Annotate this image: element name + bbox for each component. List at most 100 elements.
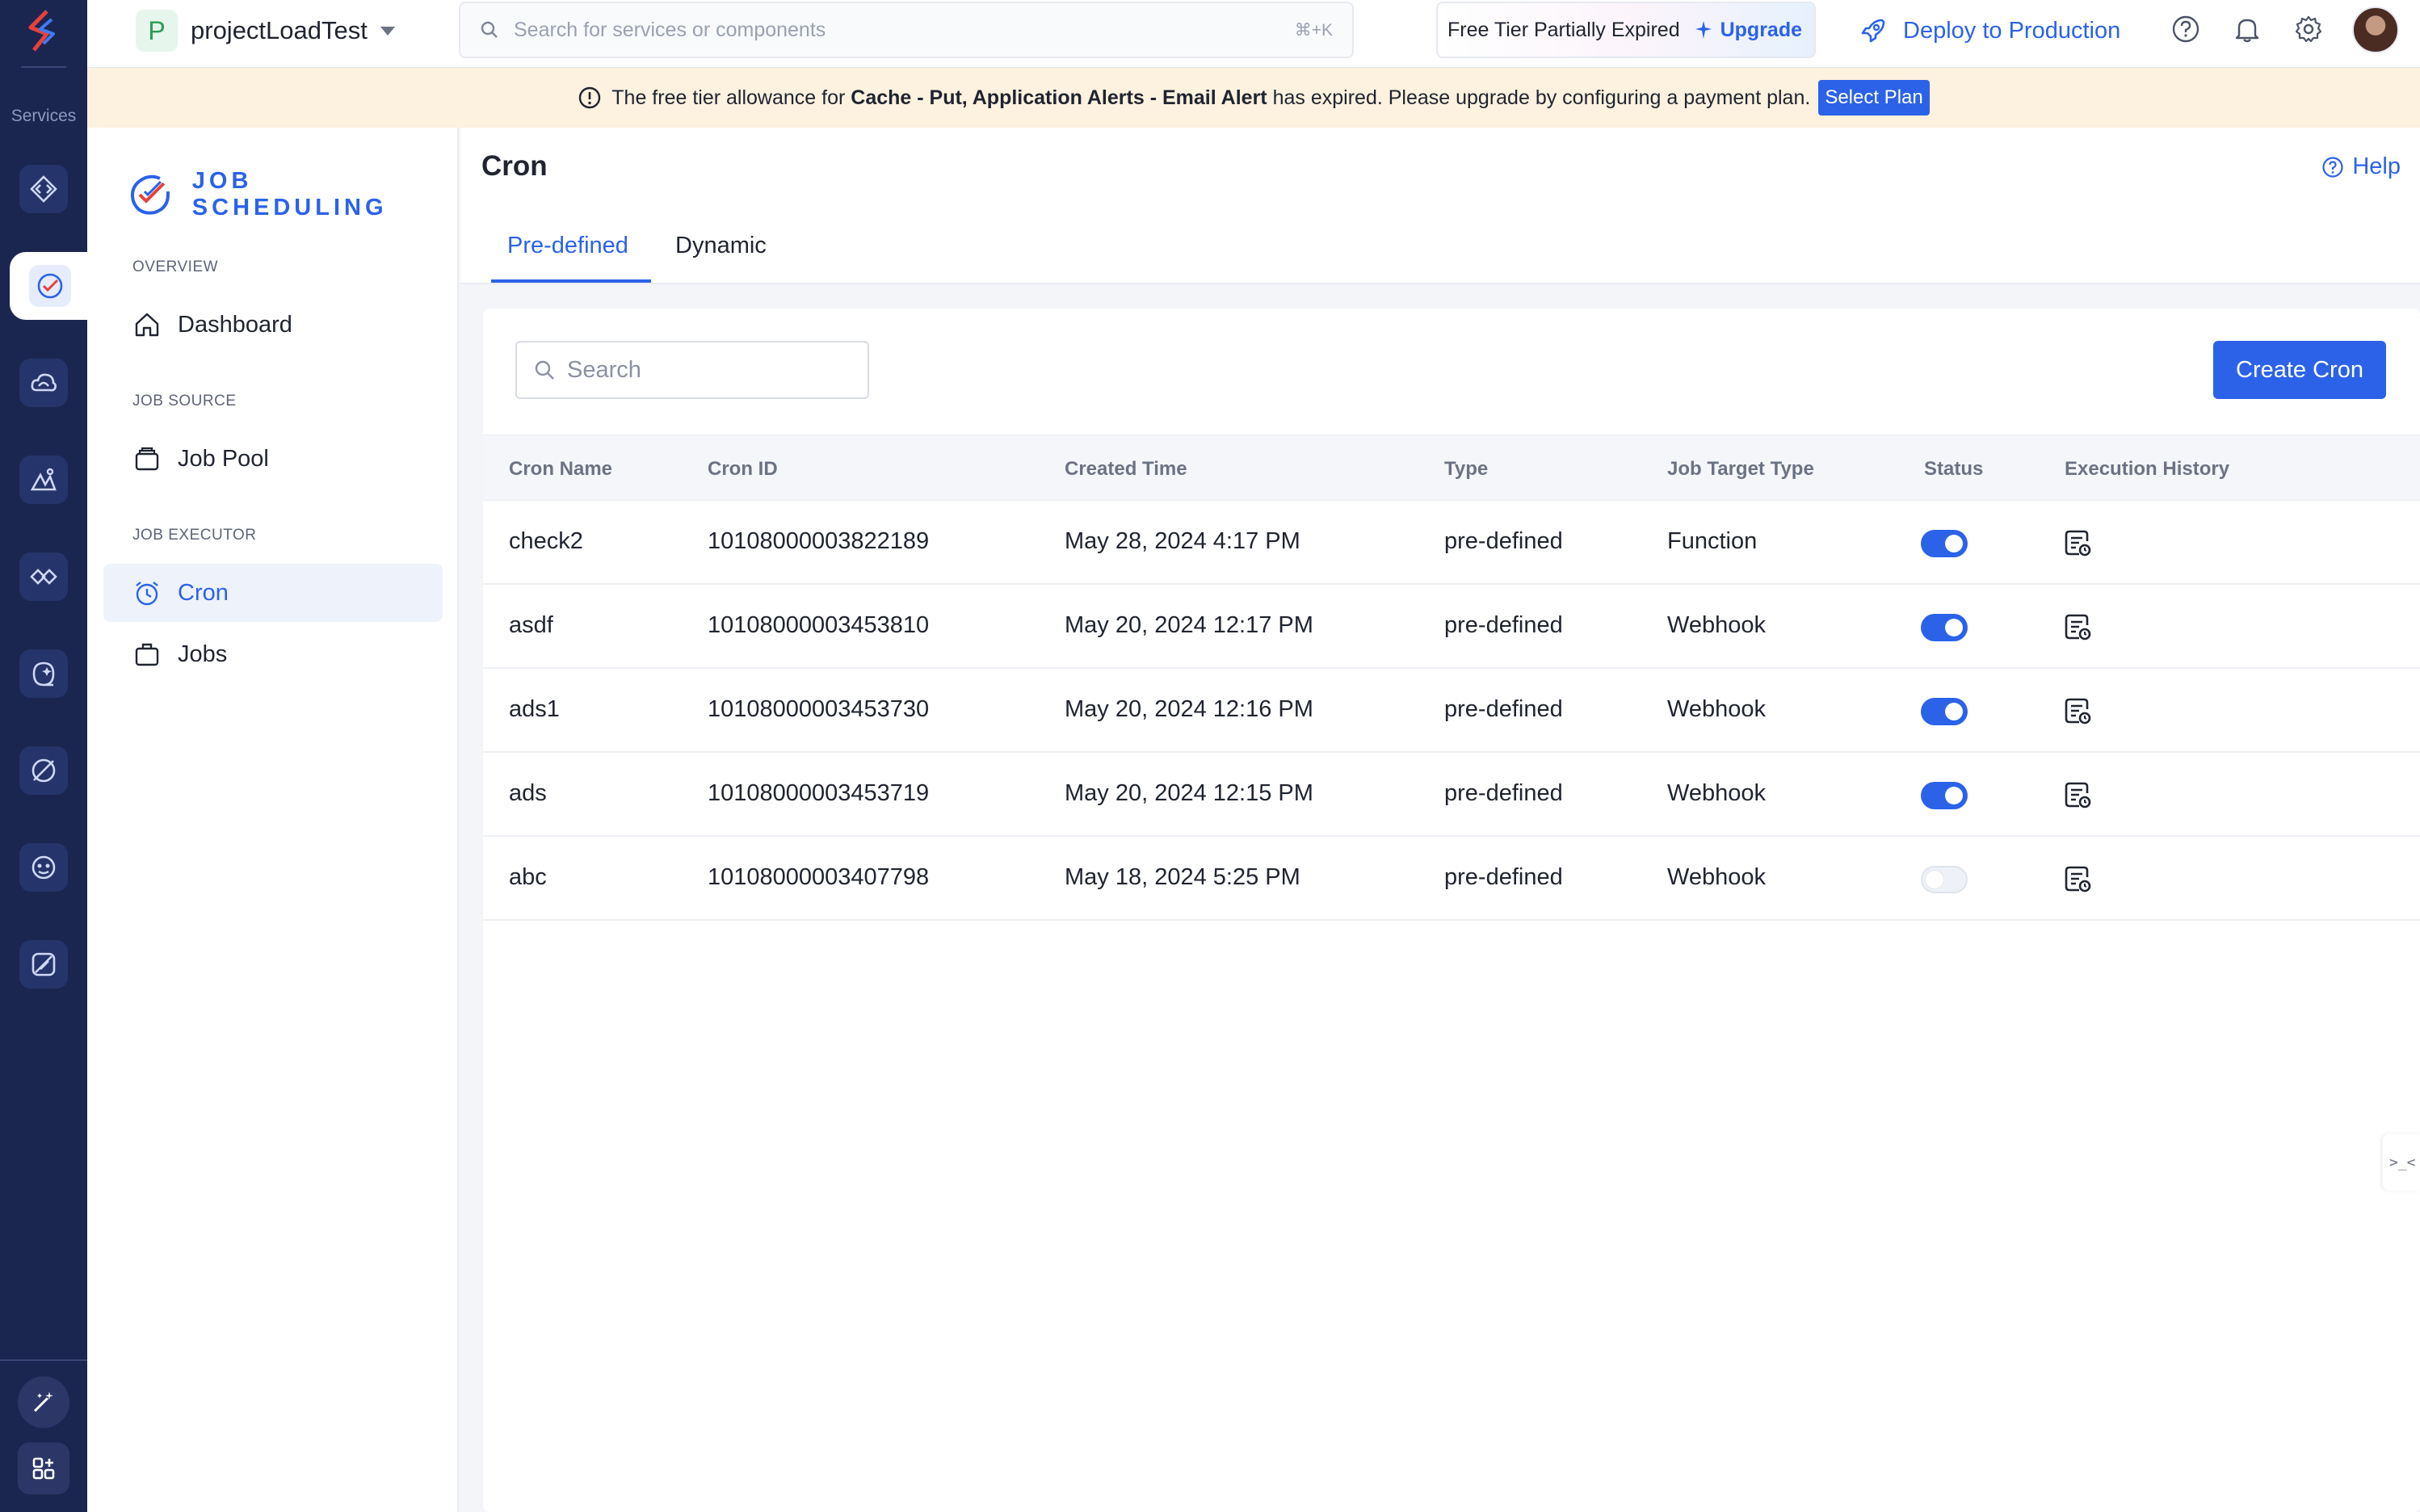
nav-item-cron[interactable]: Cron — [103, 564, 443, 622]
apps-grid-icon[interactable] — [18, 1443, 69, 1494]
cell-cron-name[interactable]: asdf — [509, 612, 553, 639]
magic-wand-icon[interactable] — [18, 1376, 69, 1428]
deploy-to-production-button[interactable]: Deploy to Production — [1859, 6, 2120, 55]
cell-job-target-type: Function — [1667, 528, 1758, 554]
cell-cron-id: 10108000003453719 — [708, 780, 930, 806]
section-overview: OVERVIEW — [132, 258, 219, 275]
nav-item-jobs[interactable]: Jobs — [103, 625, 443, 683]
cron-search-input[interactable] — [567, 356, 842, 384]
table-row[interactable]: check2 10108000003822189 May 28, 2024 4:17… — [483, 501, 2420, 585]
cell-job-target-type: Webhook — [1667, 864, 1766, 890]
catalyst-logo-icon[interactable] — [19, 6, 68, 55]
cell-cron-name[interactable]: check2 — [509, 528, 583, 555]
cloud-scale-icon[interactable] — [19, 359, 68, 407]
table-row[interactable]: abc 10108000003407798 May 18, 2024 5:25 PM… — [483, 837, 2420, 921]
free-tier-banner: The free tier allowance for Cache - Put,… — [87, 68, 2420, 128]
pipelines-icon[interactable] — [19, 746, 68, 795]
cell-type: pre-defined — [1444, 528, 1563, 554]
cell-cron-id: 10108000003822189 — [708, 528, 930, 554]
cell-cron-id: 10108000003407798 — [708, 864, 930, 890]
integrations-icon[interactable] — [19, 552, 68, 601]
api-gateway-icon[interactable] — [19, 165, 68, 213]
tab-pre-defined[interactable]: Pre-defined — [507, 233, 628, 259]
section-job-source: JOB SOURCE — [132, 393, 237, 410]
zia-services-icon[interactable] — [19, 843, 68, 892]
alarm-clock-icon — [136, 582, 158, 606]
global-search-input[interactable]: Search for services or components ⌘+K — [459, 2, 1354, 58]
job-scheduling-active-tile — [29, 265, 71, 307]
cell-created-time: May 18, 2024 5:25 PM — [1065, 864, 1300, 890]
cell-job-target-type: Webhook — [1667, 780, 1766, 806]
caret-down-icon — [380, 26, 395, 36]
status-toggle[interactable] — [1921, 866, 1968, 893]
job-pool-icon — [135, 447, 159, 471]
gear-icon[interactable] — [2291, 11, 2326, 47]
brand-title: JOB SCHEDULING — [191, 168, 388, 220]
execution-history-icon[interactable] — [2063, 528, 2092, 557]
briefcase-icon — [135, 643, 159, 666]
project-badge: P — [136, 10, 178, 52]
execution-history-icon[interactable] — [2063, 612, 2092, 641]
services-rail: Services — [0, 0, 90, 1512]
project-name: projectLoadTest — [191, 16, 368, 44]
column-header-status[interactable]: Status — [1924, 458, 1983, 481]
banner-prefix: The free tier allowance for — [611, 86, 846, 109]
nav-item-dashboard[interactable]: Dashboard — [103, 296, 443, 354]
sparkle-icon — [1695, 21, 1712, 39]
console-side-tab[interactable]: >_< — [2383, 1134, 2420, 1191]
cell-type: pre-defined — [1444, 612, 1563, 638]
select-plan-button[interactable]: Select Plan — [1818, 80, 1930, 116]
execution-history-icon[interactable] — [2063, 696, 2092, 725]
global-search-placeholder: Search for services or components — [514, 18, 826, 41]
cell-created-time: May 20, 2024 12:15 PM — [1065, 780, 1313, 806]
banner-services: Cache - Put, Application Alerts - Email … — [851, 86, 1267, 109]
rail-divider — [21, 66, 66, 68]
column-header-cron-id[interactable]: Cron ID — [708, 458, 778, 481]
table-row[interactable]: ads 10108000003453719 May 20, 2024 12:15 P… — [483, 753, 2420, 837]
search-shortcut: ⌘+K — [1294, 20, 1333, 40]
column-header-execution-history[interactable]: Execution History — [2065, 458, 2229, 481]
job-scheduling-sidebar: JOB SCHEDULING OVERVIEW Dashboard JOB SO… — [87, 128, 459, 1512]
cell-cron-name[interactable]: abc — [509, 864, 547, 891]
bell-icon[interactable] — [2229, 11, 2265, 47]
signals-icon[interactable] — [19, 649, 68, 698]
user-avatar[interactable] — [2352, 6, 2399, 53]
devops-icon[interactable] — [19, 456, 68, 504]
upgrade-link[interactable]: Upgrade — [1693, 19, 1802, 42]
cell-cron-name[interactable]: ads1 — [509, 696, 560, 723]
nav-item-job-pool[interactable]: Job Pool — [103, 430, 443, 488]
cell-cron-name[interactable]: ads — [509, 780, 547, 807]
project-switcher[interactable]: P projectLoadTest — [136, 6, 395, 55]
job-scheduling-icon[interactable] — [10, 252, 90, 320]
status-toggle[interactable] — [1921, 782, 1968, 809]
cell-type: pre-defined — [1444, 696, 1563, 722]
column-header-job-target-type[interactable]: Job Target Type — [1667, 458, 1814, 481]
tier-status-text: Free Tier Partially Expired — [1447, 18, 1680, 41]
nav-label-jobs: Jobs — [178, 640, 228, 667]
help-link[interactable]: Help — [2321, 153, 2401, 180]
execution-history-icon[interactable] — [2063, 780, 2092, 809]
smartbrowz-icon[interactable] — [19, 940, 68, 989]
execution-history-icon[interactable] — [2063, 864, 2092, 893]
rail-footer-divider — [0, 1359, 87, 1361]
column-header-cron-name[interactable]: Cron Name — [509, 458, 612, 481]
cron-search-field[interactable] — [515, 341, 869, 399]
banner-suffix: has expired. Please upgrade by configuri… — [1272, 86, 1811, 109]
cell-created-time: May 28, 2024 4:17 PM — [1065, 528, 1300, 554]
cell-type: pre-defined — [1444, 864, 1563, 890]
column-header-created-time[interactable]: Created Time — [1065, 458, 1187, 481]
search-icon — [535, 360, 554, 380]
table-row[interactable]: asdf 10108000003453810 May 20, 2024 12:17 … — [483, 585, 2420, 669]
create-cron-button[interactable]: Create Cron — [2213, 341, 2386, 399]
tab-dynamic[interactable]: Dynamic — [675, 233, 767, 259]
cell-cron-id: 10108000003453730 — [708, 696, 930, 722]
status-toggle[interactable] — [1921, 698, 1968, 725]
nav-label-cron: Cron — [178, 579, 229, 606]
status-toggle[interactable] — [1921, 530, 1968, 557]
tier-status-pill: Free Tier Partially Expired Upgrade — [1436, 2, 1816, 58]
help-circle-icon — [2322, 156, 2343, 178]
table-row[interactable]: ads1 10108000003453730 May 20, 2024 12:16 … — [483, 669, 2420, 753]
status-toggle[interactable] — [1921, 614, 1968, 641]
help-circle-icon[interactable] — [2168, 11, 2204, 47]
column-header-type[interactable]: Type — [1444, 458, 1488, 481]
